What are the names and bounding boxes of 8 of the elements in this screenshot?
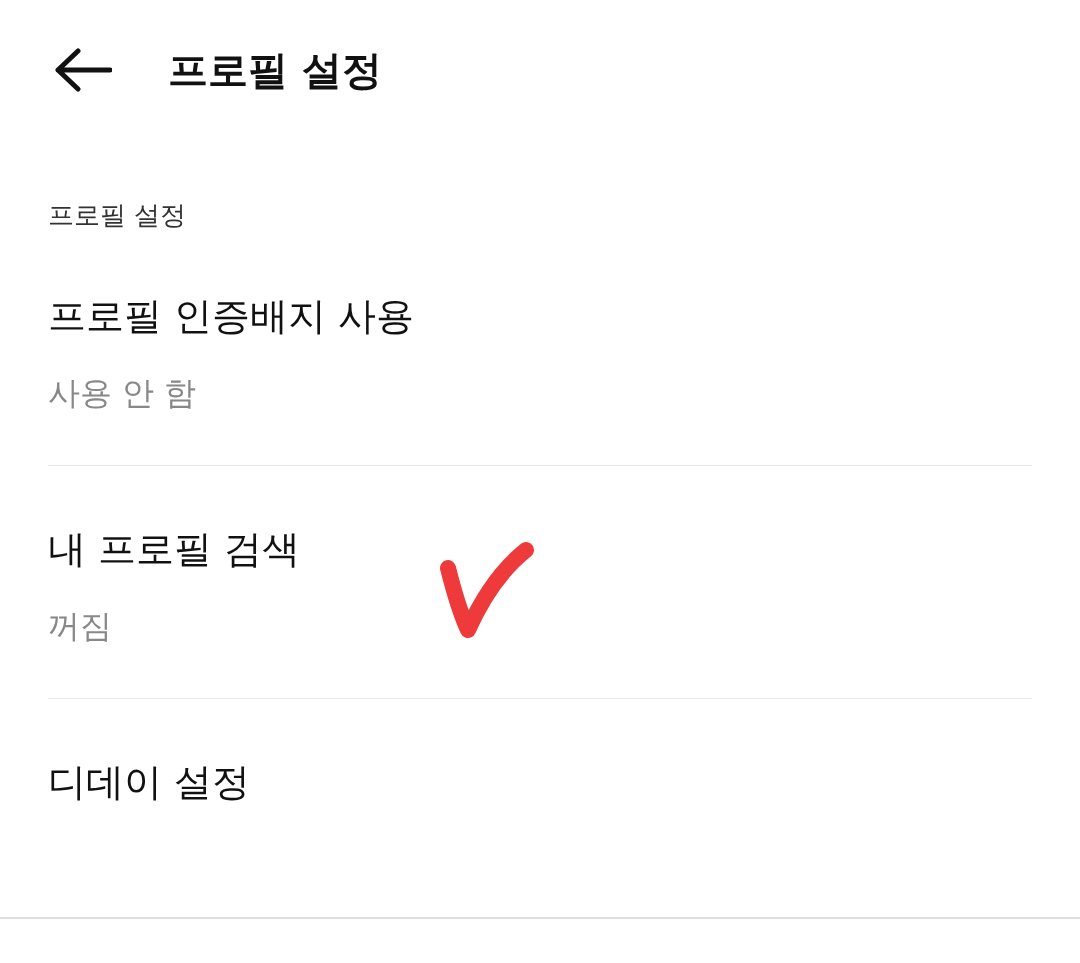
back-icon[interactable] <box>54 48 112 92</box>
setting-title[interactable]: 디데이 설정 <box>48 757 251 807</box>
setting-title[interactable]: 프로필 인증배지 사용 <box>48 291 415 341</box>
section-label: 프로필 설정 <box>47 199 188 232</box>
setting-value: 꺼짐 <box>48 606 113 647</box>
setting-title[interactable]: 내 프로필 검색 <box>48 524 301 574</box>
page-title: 프로필 설정 <box>168 45 382 95</box>
setting-value: 사용 안 함 <box>48 373 198 414</box>
